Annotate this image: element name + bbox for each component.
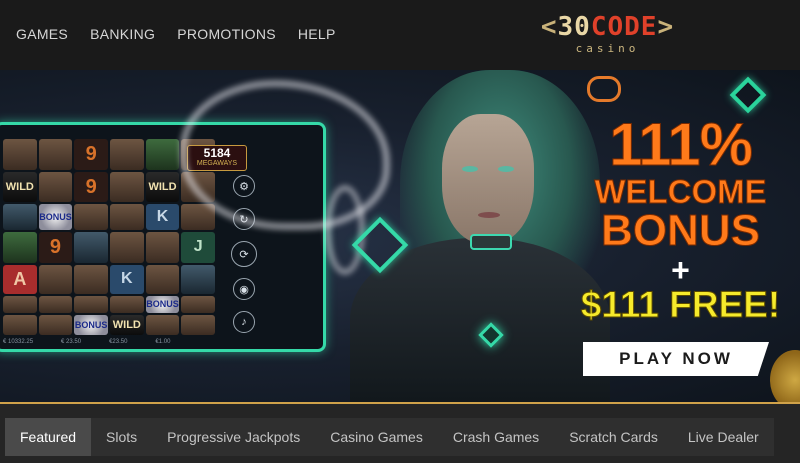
reel-symbol bbox=[110, 295, 144, 314]
reel-symbol bbox=[3, 204, 37, 231]
main-nav: GAMES BANKING PROMOTIONS HELP bbox=[16, 26, 336, 42]
reel-symbol-bonus: BONUS bbox=[38, 204, 73, 231]
reel-symbol bbox=[110, 204, 144, 231]
reel-symbol bbox=[110, 232, 144, 263]
tab-slots[interactable]: Slots bbox=[91, 418, 152, 456]
reel-symbol: 9 bbox=[74, 139, 108, 170]
reel-symbol bbox=[145, 315, 180, 335]
reel-symbol bbox=[38, 315, 73, 335]
logo-bracket-left: < bbox=[540, 12, 558, 42]
reel-symbol bbox=[38, 171, 73, 203]
nav-games-link[interactable]: GAMES bbox=[16, 26, 68, 42]
neon-diamond-icon bbox=[729, 76, 767, 114]
reel-symbol bbox=[145, 232, 180, 263]
reel-symbol bbox=[181, 315, 215, 335]
slot-bet: € 23.50 bbox=[61, 339, 82, 345]
reel-symbol bbox=[181, 204, 215, 231]
slot-balance: € 10332.25 bbox=[3, 339, 34, 345]
character-face bbox=[442, 114, 534, 244]
character-eye bbox=[498, 166, 514, 172]
reel-symbol bbox=[110, 171, 144, 203]
tab-progressive-jackpots[interactable]: Progressive Jackpots bbox=[152, 418, 315, 456]
play-now-button[interactable]: PLAY NOW bbox=[583, 342, 769, 376]
slot-total-bet: €23.50 bbox=[109, 339, 128, 345]
site-header: GAMES BANKING PROMOTIONS HELP <30CODE> c… bbox=[0, 0, 800, 70]
spin-icon: ⟳ bbox=[231, 241, 257, 267]
reel-symbol bbox=[74, 232, 108, 263]
reel-symbol: 9 bbox=[38, 232, 73, 263]
logo-word: CODE bbox=[590, 12, 658, 42]
slot-total-win: €1.00 bbox=[155, 339, 171, 345]
reel-symbol bbox=[181, 295, 215, 314]
reel-symbol-bonus: BONUS bbox=[145, 295, 180, 314]
promo-text: 111% WELCOME BONUS + $111 FREE! bbox=[573, 111, 788, 325]
promo-percent: 111% bbox=[609, 111, 754, 178]
nav-banking-link[interactable]: BANKING bbox=[90, 26, 155, 42]
game-category-tabs: Featured Slots Progressive Jackpots Casi… bbox=[5, 418, 774, 456]
reel-symbol: K bbox=[110, 264, 144, 294]
reel-symbol: J bbox=[181, 232, 215, 263]
logo-wordmark: <30CODE> bbox=[520, 12, 695, 42]
reel-symbol bbox=[3, 295, 37, 314]
gold-coins-icon bbox=[770, 350, 800, 403]
hero-banner[interactable]: 9 WILD 9 WILD BONUS K 9 J A K BONUS BONU… bbox=[0, 70, 800, 403]
tab-live-dealer[interactable]: Live Dealer bbox=[673, 418, 774, 456]
character-lips bbox=[478, 212, 500, 218]
tab-crash-games[interactable]: Crash Games bbox=[438, 418, 554, 456]
character-collar bbox=[470, 234, 512, 250]
nav-help-link[interactable]: HELP bbox=[298, 26, 336, 42]
reel-symbol bbox=[181, 264, 215, 294]
reel-symbol-wild: WILD bbox=[145, 171, 180, 203]
promo-free-amount: $111 FREE! bbox=[580, 284, 781, 325]
reel-symbol-wild: WILD bbox=[3, 171, 37, 203]
promo-plus: + bbox=[671, 252, 690, 288]
tab-scratch-cards[interactable]: Scratch Cards bbox=[554, 418, 673, 456]
reel-symbol bbox=[74, 295, 108, 314]
reel-symbol bbox=[38, 295, 73, 314]
reel-symbol: K bbox=[145, 204, 180, 231]
reel-symbol bbox=[3, 315, 37, 335]
logo-bracket-right: > bbox=[657, 12, 675, 42]
site-logo[interactable]: <30CODE> casino bbox=[520, 12, 695, 58]
tab-featured[interactable]: Featured bbox=[5, 418, 92, 456]
coins-icon: ◉ bbox=[233, 278, 255, 300]
chat-bubble-icon bbox=[587, 76, 621, 102]
reel-symbol bbox=[38, 264, 73, 294]
reel-symbol-wild: WILD bbox=[110, 315, 144, 335]
reel-symbol bbox=[145, 139, 180, 170]
reel-symbol bbox=[145, 264, 180, 294]
promo-welcome: WELCOME bbox=[594, 173, 767, 210]
reel-symbol bbox=[3, 232, 37, 263]
reel-symbol bbox=[3, 139, 37, 170]
reel-symbol bbox=[110, 139, 144, 170]
logo-number: 30 bbox=[557, 12, 591, 42]
nav-promotions-link[interactable]: PROMOTIONS bbox=[177, 26, 276, 42]
reel-symbol bbox=[74, 204, 108, 231]
reel-symbol: 9 bbox=[74, 171, 108, 203]
tab-casino-games[interactable]: Casino Games bbox=[315, 418, 438, 456]
reel-symbol-bonus: BONUS bbox=[74, 315, 108, 335]
slot-status-bar: € 10332.25 € 23.50 €23.50 €1.00 bbox=[3, 339, 303, 349]
character-eye bbox=[462, 166, 478, 172]
reel-symbol bbox=[38, 139, 73, 170]
reel-symbol: A bbox=[3, 264, 37, 294]
promo-bonus: BONUS bbox=[601, 206, 761, 255]
reel-symbol bbox=[74, 264, 108, 294]
sound-icon: ♪ bbox=[233, 311, 255, 333]
logo-subtitle: casino bbox=[575, 42, 640, 55]
